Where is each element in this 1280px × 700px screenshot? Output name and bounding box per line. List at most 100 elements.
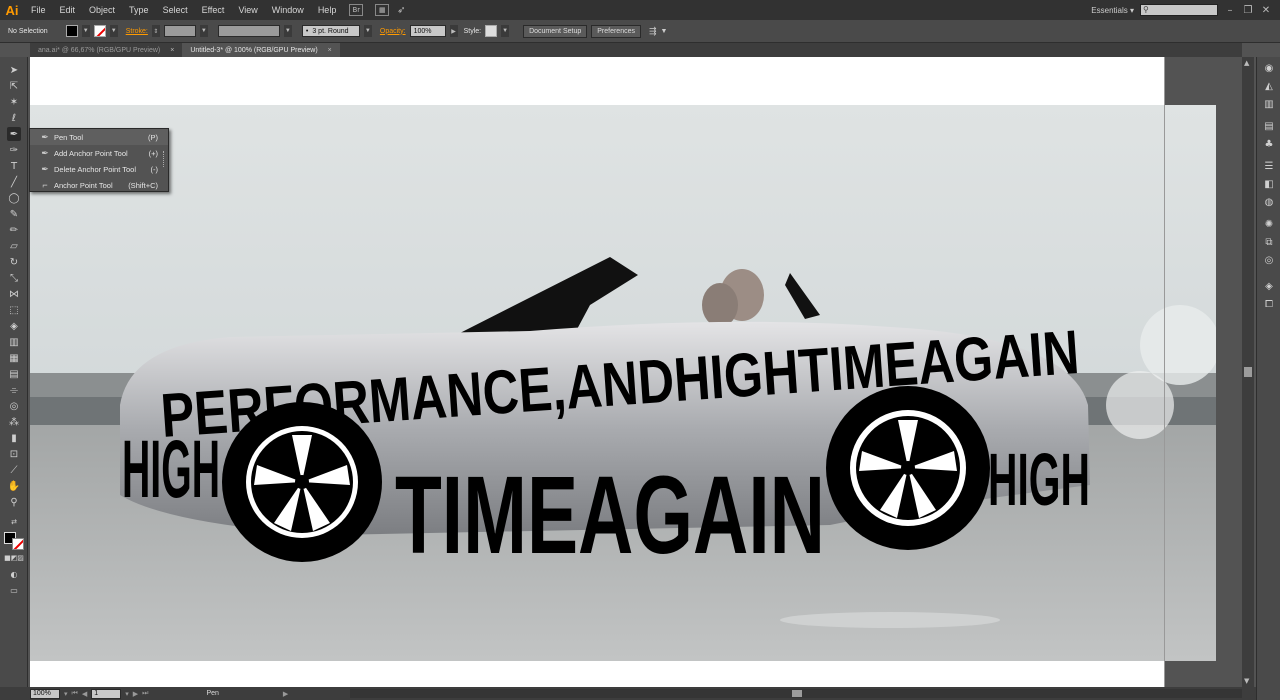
chevron-down-icon[interactable]: ▼ [501,25,510,37]
minimize-icon[interactable]: – [1224,5,1236,16]
tab-ana[interactable]: ana.ai* @ 66,67% (RGB/GPU Preview) × [30,43,182,57]
close-icon[interactable]: ✕ [1260,5,1272,16]
placed-image[interactable]: PERFORMANCE,ANDHIGHTIMEAGAIN HIGH TIMEAG… [30,105,1216,661]
width-tool-icon[interactable]: ⋈ [7,287,21,301]
artboards-panel-icon[interactable]: ⧠ [1262,297,1276,311]
menu-window[interactable]: Window [265,5,311,15]
gradient-tool-icon[interactable]: ▤ [7,367,21,381]
close-tab-icon[interactable]: × [328,47,332,54]
artboard-tool-icon[interactable]: ⊡ [7,447,21,461]
selection-tool-icon[interactable]: ➤ [7,63,21,77]
last-artboard-icon[interactable]: ⏭ [142,690,148,698]
opacity-label[interactable]: Opacity: [380,28,406,35]
stroke-label[interactable]: Stroke: [126,28,148,35]
preferences-button[interactable]: Preferences [591,24,641,38]
pathfinder-panel-icon[interactable]: ◎ [1262,253,1276,267]
magic-wand-tool-icon[interactable]: ✶ [7,95,21,109]
stroke-stepper-icon[interactable]: ⇕ [151,25,160,37]
hand-tool-icon[interactable]: ✋ [7,479,21,493]
transform-panel-icon[interactable]: ⧉ [1262,235,1276,249]
layers-panel-icon[interactable]: ◈ [1262,279,1276,293]
blend-tool-icon[interactable]: ◎ [7,399,21,413]
chevron-down-icon[interactable]: ▼ [81,25,90,37]
scroll-down-icon[interactable]: ▼ [1244,677,1249,685]
close-tab-icon[interactable]: × [170,47,174,54]
artboard-number-field[interactable]: 1 [91,688,122,699]
status-menu-icon[interactable]: ▶ [283,690,288,698]
scale-tool-icon[interactable]: ⤡ [7,271,21,285]
scroll-thumb[interactable] [792,690,802,697]
scroll-thumb[interactable] [1244,367,1252,377]
chevron-right-icon[interactable]: ▶ [449,25,458,37]
menu-type[interactable]: Type [122,5,156,15]
search-input[interactable]: ⚲ [1140,4,1218,16]
first-artboard-icon[interactable]: ⏮ [72,690,78,698]
menu-view[interactable]: View [231,5,264,15]
menu-object[interactable]: Object [82,5,122,15]
previous-artboard-icon[interactable]: ◀ [82,690,87,698]
swap-colors-icon[interactable]: ⇄ [7,515,21,529]
screen-mode-icon[interactable]: ▭ [7,583,21,597]
pencil-tool-icon[interactable]: ✏ [7,223,21,237]
menu-help[interactable]: Help [311,5,344,15]
document-setup-button[interactable]: Document Setup [523,24,588,38]
chevron-down-icon[interactable]: ▾ [125,690,129,698]
stroke-weight-field[interactable] [163,25,196,37]
flyout-item-pen-tool[interactable]: ✒ Pen Tool (P) [30,129,168,145]
graphic-styles-panel-icon[interactable]: ◭ [1262,79,1276,93]
slice-tool-icon[interactable]: ⟋ [7,463,21,477]
symbol-sprayer-tool-icon[interactable]: ⁂ [7,415,21,429]
menu-file[interactable]: File [24,5,53,15]
column-graph-tool-icon[interactable]: ▮ [7,431,21,445]
chevron-down-icon[interactable]: ▼ [109,25,118,37]
eraser-tool-icon[interactable]: ▱ [7,239,21,253]
menu-select[interactable]: Select [156,5,195,15]
lasso-tool-icon[interactable]: ℓ [7,111,21,125]
menu-effect[interactable]: Effect [195,5,232,15]
restore-icon[interactable]: ❐ [1242,5,1254,16]
color-panel-icon[interactable]: ▥ [1262,97,1276,111]
free-transform-tool-icon[interactable]: ⬚ [7,303,21,317]
perspective-grid-tool-icon[interactable]: ▥ [7,335,21,349]
chevron-down-icon[interactable]: ▼ [283,25,292,37]
panel-menu-icon[interactable]: ▼ [661,28,668,35]
shape-builder-tool-icon[interactable]: ◈ [7,319,21,333]
curvature-tool-icon[interactable]: ✑ [7,143,21,157]
appearance-panel-icon[interactable]: ◉ [1262,61,1276,75]
canvas[interactable]: PERFORMANCE,ANDHIGHTIMEAGAIN HIGH TIMEAG… [30,57,1242,687]
color-mode-icon[interactable]: ■◩▨ [4,551,24,565]
fill-swatch[interactable] [65,25,78,37]
ellipse-tool-icon[interactable]: ◯ [7,191,21,205]
vertical-scrollbar[interactable]: ▲ ▼ [1242,57,1254,687]
stroke-color-box[interactable] [12,538,24,550]
symbols-panel-icon[interactable]: ✺ [1262,217,1276,231]
align-panel-icon[interactable]: ▤ [1262,119,1276,133]
gradient-panel-icon[interactable]: ◧ [1262,177,1276,191]
flyout-item-add-anchor[interactable]: ✒ Add Anchor Point Tool (+) [30,145,168,161]
chevron-down-icon[interactable]: ▼ [199,25,208,37]
bridge-button[interactable]: Br [349,4,364,16]
scroll-up-icon[interactable]: ▲ [1244,59,1249,67]
horizontal-scrollbar[interactable] [350,689,1242,698]
rotate-tool-icon[interactable]: ↻ [7,255,21,269]
flyout-item-anchor-point[interactable]: ⌐ Anchor Point Tool (Shift+C) [30,177,168,193]
zoom-field[interactable]: 100% [30,688,60,699]
opacity-field[interactable]: 100% [409,25,446,37]
stroke-swatch[interactable] [93,25,106,37]
flyout-item-delete-anchor[interactable]: ✒ Delete Anchor Point Tool (-) [30,161,168,177]
eyedropper-tool-icon[interactable]: ⌯ [7,383,21,397]
arrange-documents-icon[interactable]: ▦ [375,4,390,16]
zoom-tool-icon[interactable]: ⚲ [7,495,21,509]
type-tool-icon[interactable]: T [7,159,21,173]
pen-tool-icon[interactable]: ✒ [7,127,21,141]
paintbrush-tool-icon[interactable]: ✎ [7,207,21,221]
draw-mode-icon[interactable]: ◐ [7,567,21,581]
workspace-switcher[interactable]: Essentials ▾ [1091,6,1134,15]
variable-width-field[interactable] [217,25,280,37]
arrange-icon[interactable]: ⇶ [649,26,657,37]
menu-edit[interactable]: Edit [53,5,83,15]
brush-definition-field[interactable]: • 3 pt. Round [301,25,360,37]
direct-selection-tool-icon[interactable]: ⇱ [7,79,21,93]
tearoff-handle[interactable] [163,151,166,167]
tab-untitled-3[interactable]: Untitled-3* @ 100% (RGB/GPU Preview) × [182,43,340,57]
